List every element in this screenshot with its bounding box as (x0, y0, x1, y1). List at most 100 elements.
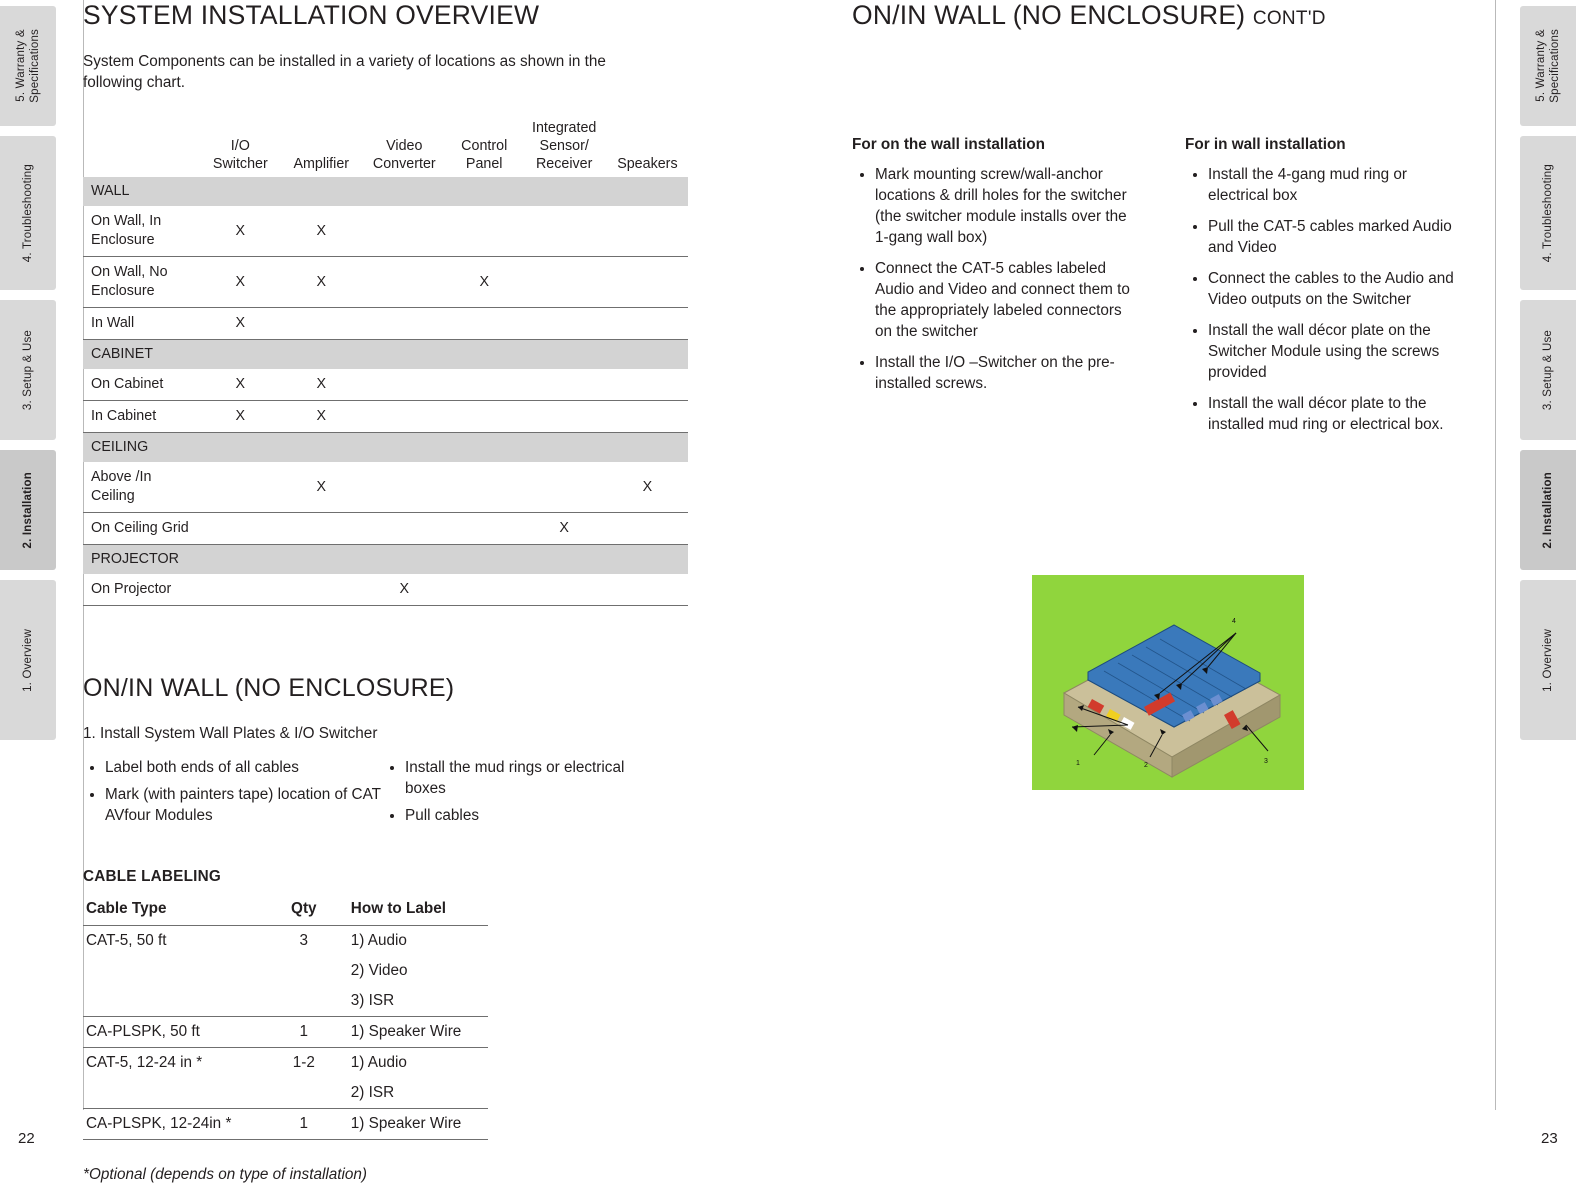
cell-mark (280, 307, 362, 340)
cell-mark (361, 369, 447, 401)
col-head-amplifier: Amplifier (293, 156, 350, 172)
section-label: CEILING (83, 432, 688, 462)
page-title: SYSTEM INSTALLATION OVERVIEW (83, 0, 540, 30)
cable-qty: 1 (264, 1108, 343, 1140)
col-head-io-switcher: I/O Switcher (212, 138, 268, 172)
cable-type: CAT-5, 12-24 in * (86, 1054, 203, 1071)
spacer-cell (83, 956, 265, 986)
page-title-right-main: ON/IN WALL (NO ENCLOSURE) (852, 0, 1246, 30)
table-row: CA-PLSPK, 12-24in * 1 1) Speaker Wire (83, 1108, 488, 1140)
svg-text:4: 4 (1232, 618, 1236, 625)
row-label: On Wall, In Enclosure (83, 206, 200, 257)
cable-labeling-table: Cable Type Qty How to Label CAT-5, 50 ft… (83, 898, 488, 1140)
install-bullets-col1: Label both ends of all cables Mark (with… (83, 757, 383, 832)
page-title-contd: CONT'D (1252, 8, 1326, 29)
table-section-ceiling: CEILING (83, 432, 688, 462)
section-label: PROJECTOR (83, 544, 688, 574)
page-title-right: ON/IN WALL (NO ENCLOSURE) CONT'D (852, 0, 1492, 31)
cell-mark (361, 462, 447, 513)
list-item: Label both ends of all cables (105, 757, 383, 778)
cell-mark: X (446, 256, 522, 308)
table-row: In Wall X (83, 307, 688, 340)
table-section-projector: PROJECTOR (83, 544, 688, 574)
sidebar-tab-troubleshooting-right[interactable]: 4. Troubleshooting (1520, 136, 1576, 290)
cell-mark: X (199, 256, 281, 308)
list-item: Install the wall décor plate on the Swit… (1208, 320, 1470, 383)
cable-label: 1) Audio (350, 1054, 407, 1071)
cell-mark (606, 256, 688, 308)
sidebar-tab-label: 5. Warranty & Specifications (15, 29, 41, 103)
cell-mark (521, 206, 607, 257)
table-row: 2) ISR (83, 1078, 488, 1109)
cell-mark (361, 206, 447, 257)
sidebar-tab-setup-use[interactable]: 3. Setup & Use (0, 300, 56, 440)
cell-mark (199, 462, 281, 513)
cable-label: 1) Speaker Wire (342, 1108, 488, 1140)
section-label: CABINET (83, 339, 688, 369)
cell-mark (606, 512, 688, 545)
sidebar-tab-troubleshooting[interactable]: 4. Troubleshooting (0, 136, 56, 290)
cell-mark: X (280, 369, 362, 401)
svg-text:2: 2 (1144, 762, 1148, 769)
col-head-blank (83, 119, 200, 177)
list-item: Pull the CAT-5 cables marked Audio and V… (1208, 216, 1470, 258)
spacer-cell (83, 986, 265, 1017)
table-row: CAT-5, 12-24 in * 1-2 1) Audio (83, 1048, 488, 1079)
list-item: Install the mud rings or electrical boxe… (405, 757, 663, 799)
list-item: Connect the CAT-5 cables labeled Audio a… (875, 258, 1137, 342)
left-tab-strip: 5. Warranty & Specifications 4. Troubles… (0, 0, 56, 1169)
cable-type: CA-PLSPK, 50 ft (83, 1016, 265, 1048)
sidebar-tab-warranty[interactable]: 5. Warranty & Specifications (0, 6, 56, 126)
svg-text:1: 1 (1076, 760, 1080, 767)
right-page: ON/IN WALL (NO ENCLOSURE) CONT'D For on … (852, 0, 1492, 1169)
sidebar-tab-setup-use-right[interactable]: 3. Setup & Use (1520, 300, 1576, 440)
col-head-integrated-sensor: Integrated Sensor/Receiver (532, 120, 597, 172)
list-item: Install the wall décor plate to the inst… (1208, 393, 1470, 435)
table-section-cabinet: CABINET (83, 339, 688, 369)
list-item: Mark mounting screw/wall-anchor location… (875, 164, 1137, 248)
sidebar-tab-overview-right[interactable]: 1. Overview (1520, 580, 1576, 740)
table-row: On Cabinet X X (83, 369, 688, 401)
sidebar-tab-label: 2. Installation (22, 471, 34, 549)
installation-matrix-table: I/O Switcher Amplifier Video Converter Con… (83, 119, 688, 606)
on-wall-install-col: For on the wall installation Mark mounti… (852, 136, 1137, 445)
section-label: WALL (83, 177, 688, 206)
col-head-video-converter: Video Converter (372, 138, 436, 172)
cell-mark: X (280, 400, 362, 433)
document-page: 5. Warranty & Specifications 4. Troubles… (0, 0, 1576, 1183)
table-section-wall: WALL (83, 177, 688, 206)
cell-mark (361, 307, 447, 340)
sidebar-tab-installation-right[interactable]: 2. Installation (1520, 450, 1576, 570)
in-wall-heading: For in wall installation (1185, 136, 1346, 153)
cell-mark (606, 206, 688, 257)
on-wall-heading: For on the wall installation (852, 136, 1045, 153)
sidebar-tab-installation[interactable]: 2. Installation (0, 450, 56, 570)
sidebar-tab-label: 1. Overview (22, 628, 34, 692)
row-label: On Wall, No Enclosure (83, 256, 200, 308)
cable-type: CAT-5, 50 ft (86, 932, 167, 949)
spacer-cell (265, 956, 343, 986)
sidebar-tab-overview[interactable]: 1. Overview (0, 580, 56, 740)
list-item: Mark (with painters tape) location of CA… (105, 784, 383, 826)
sidebar-tab-warranty-right[interactable]: 5. Warranty & Specifications (1520, 6, 1576, 126)
sidebar-tab-label: 4. Troubleshooting (22, 163, 34, 263)
table-row: Above /In Ceiling X X (83, 462, 688, 513)
cell-mark (446, 574, 522, 606)
cell-mark (446, 206, 522, 257)
cell-mark (446, 512, 522, 545)
cell-mark (361, 512, 447, 545)
spacer-cell (264, 1078, 343, 1109)
cell-mark (361, 400, 447, 433)
sidebar-tab-label: 1. Overview (1542, 628, 1554, 692)
list-item: Install the I/O –Switcher on the pre-ins… (875, 352, 1137, 394)
sidebar-tab-label: 3. Setup & Use (22, 329, 34, 411)
row-label: On Cabinet (83, 369, 200, 401)
cable-label: 1) Speaker Wire (342, 1016, 488, 1048)
cable-label: 2) Video (350, 962, 408, 979)
intro-paragraph: System Components can be installed in a … (83, 53, 606, 91)
sidebar-tab-label: 5. Warranty & Specifications (1535, 29, 1561, 103)
table-row: On Wall, No Enclosure X X X (83, 256, 688, 308)
cable-type: CA-PLSPK, 12-24in * (83, 1108, 265, 1140)
table-row: CA-PLSPK, 50 ft 1 1) Speaker Wire (83, 1016, 488, 1048)
table-header-row: Cable Type Qty How to Label (83, 898, 488, 926)
